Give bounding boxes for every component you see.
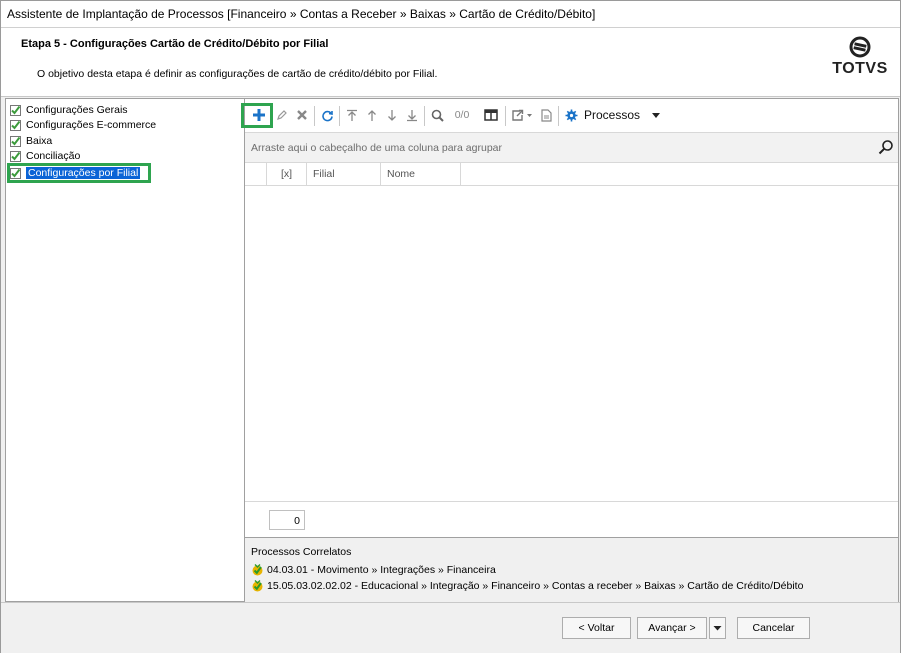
tree-item-label: Configurações E-commerce (26, 119, 157, 131)
tree-item-label: Configurações Gerais (26, 104, 128, 116)
group-by-bar[interactable]: Arraste aqui o cabeçalho de uma coluna p… (245, 133, 898, 163)
search-icon (431, 109, 444, 122)
checked-icon (10, 135, 21, 147)
related-process-link[interactable]: 15.05.03.02.02.02 - Educacional » Integr… (251, 579, 803, 592)
tree-item-configuracoes-gerais[interactable]: Configurações Gerais (10, 103, 128, 117)
process-icon (252, 564, 263, 576)
edit-icon (277, 110, 287, 120)
column-header-row: [x] Filial Nome (245, 163, 898, 186)
totvs-logo: TOTVS (832, 36, 888, 78)
title-bar: Assistente de Implantação de Processos [… (1, 1, 900, 28)
window-title: Assistente de Implantação de Processos [… (7, 7, 596, 21)
checked-icon (10, 119, 21, 131)
chevron-down-icon (652, 112, 661, 118)
related-process-label: 15.05.03.02.02.02 - Educacional » Integr… (267, 579, 804, 592)
row-indicator-header (245, 163, 267, 185)
refresh-button[interactable] (319, 106, 335, 124)
record-counter: 0/0 (454, 109, 470, 121)
step-tree: Configurações Gerais Configurações E-com… (5, 98, 245, 602)
report-icon (540, 108, 552, 122)
next-button[interactable]: Avançar > (637, 617, 707, 639)
group-hint: Arraste aqui o cabeçalho de uma coluna p… (251, 142, 502, 154)
refresh-icon (321, 110, 333, 121)
cancel-button[interactable]: Cancelar (737, 617, 810, 639)
move-last-icon (407, 109, 417, 121)
tree-item-label: Baixa (26, 135, 53, 147)
wizard-header: Etapa 5 - Configurações Cartão de Crédit… (1, 28, 900, 97)
search-icon[interactable] (878, 139, 894, 155)
grid-body[interactable] (245, 186, 898, 500)
export-button[interactable] (510, 106, 536, 124)
move-first-icon (347, 109, 357, 121)
columns-icon (484, 109, 498, 121)
tree-item-label: Conciliação (26, 150, 81, 162)
step-description: O objetivo desta etapa é definir as conf… (37, 68, 438, 80)
column-header-nome[interactable]: Nome (381, 163, 461, 185)
move-up-button[interactable] (364, 106, 380, 124)
selection-highlight-box (7, 163, 151, 183)
edit-button[interactable] (274, 106, 290, 124)
record-total: 0 (269, 510, 305, 530)
columns-button[interactable] (482, 106, 500, 124)
move-down-button[interactable] (384, 106, 400, 124)
toolbar-separator (424, 106, 425, 126)
related-processes-panel: Processos Correlatos 04.03.01 - Moviment… (245, 537, 898, 602)
add-button-highlight-box (241, 103, 273, 128)
back-button[interactable]: < Voltar (562, 617, 631, 639)
totvs-logo-icon (849, 36, 871, 58)
export-icon (512, 109, 532, 121)
grid-toolbar: 0/0 Processos (241, 99, 898, 133)
wizard-button-bar: < Voltar Avançar > Cancelar (1, 602, 900, 653)
column-header-filial[interactable]: Filial (307, 163, 381, 185)
report-button[interactable] (538, 106, 554, 124)
toolbar-separator (314, 106, 315, 126)
grid-footer: 0 (245, 501, 898, 537)
checked-icon (10, 150, 21, 162)
grid-panel: 0/0 Processos Arraste aqui o cabeçalho d… (241, 98, 899, 602)
delete-icon (297, 110, 307, 120)
column-header-select[interactable]: [x] (267, 163, 307, 185)
delete-button[interactable] (294, 106, 310, 124)
step-title: Etapa 5 - Configurações Cartão de Crédit… (21, 38, 329, 50)
toolbar-separator (505, 106, 506, 126)
process-icon (252, 580, 263, 592)
gear-icon (565, 109, 578, 121)
next-dropdown-button[interactable] (709, 617, 726, 639)
move-up-icon (368, 109, 376, 121)
related-process-label: 04.03.01 - Movimento » Integrações » Fin… (267, 563, 496, 576)
tree-item-conciliacao[interactable]: Conciliação (10, 149, 80, 163)
related-process-link[interactable]: 04.03.01 - Movimento » Integrações » Fin… (251, 563, 496, 576)
move-first-button[interactable] (344, 106, 360, 124)
logo-text: TOTVS (832, 60, 888, 77)
wizard-window: Assistente de Implantação de Processos [… (0, 0, 901, 653)
toolbar-separator (558, 106, 559, 126)
processes-menu-button[interactable]: Processos (565, 106, 667, 124)
related-processes-title: Processos Correlatos (251, 546, 352, 558)
move-down-icon (388, 109, 396, 121)
checked-icon (10, 104, 21, 116)
tree-item-baixa[interactable]: Baixa (10, 134, 52, 148)
toolbar-separator (339, 106, 340, 126)
tree-item-configuracoes-ecommerce[interactable]: Configurações E-commerce (10, 118, 156, 132)
processes-label: Processos (584, 108, 641, 122)
search-button[interactable] (429, 106, 445, 124)
move-last-button[interactable] (404, 106, 420, 124)
chevron-down-icon (713, 626, 722, 631)
